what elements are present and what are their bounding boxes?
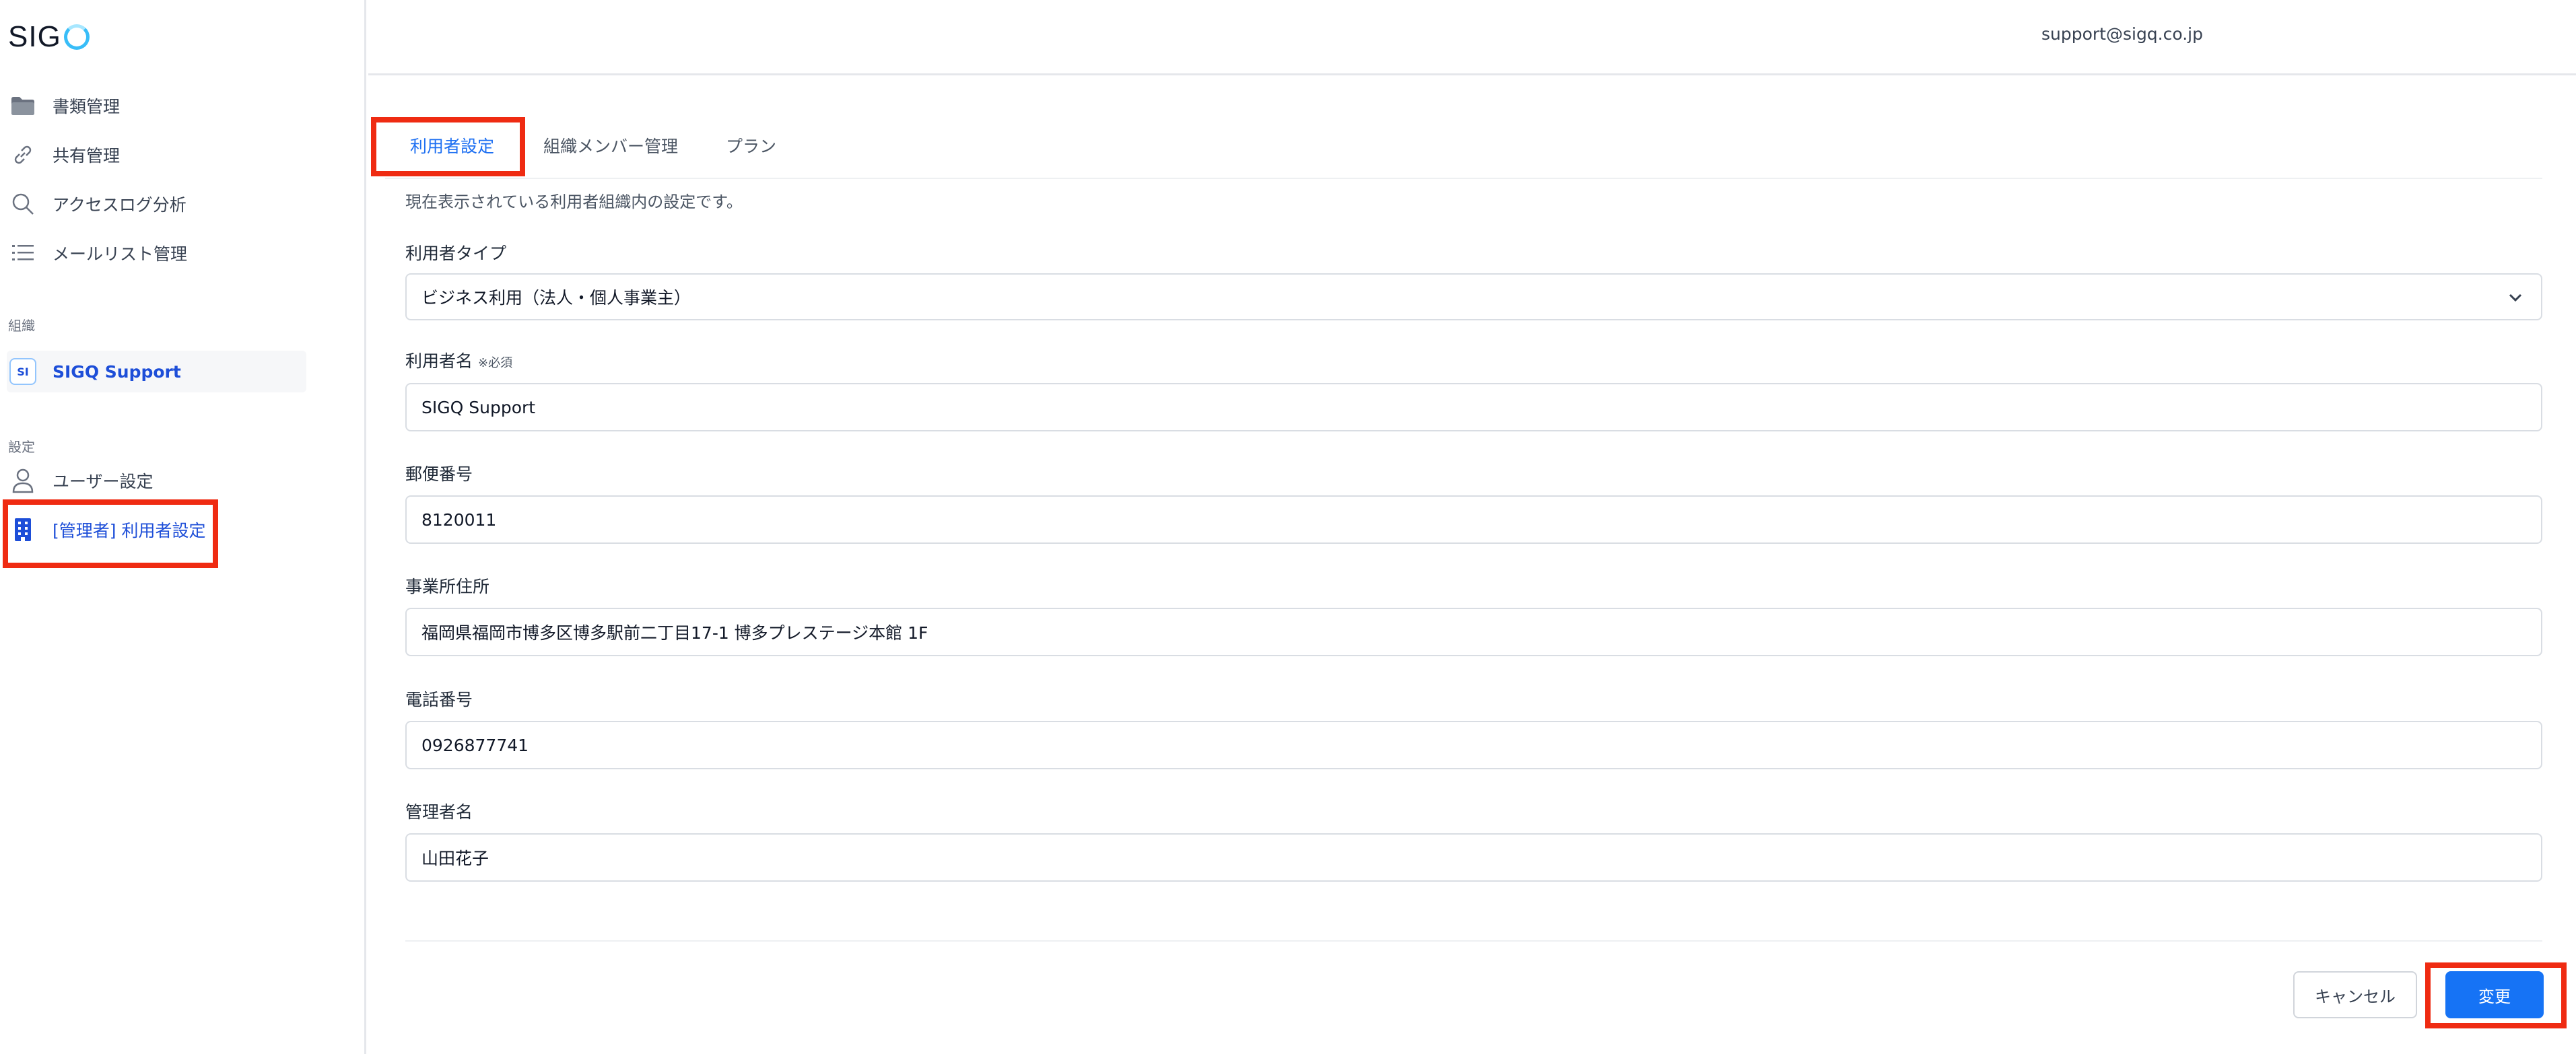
sidebar: SIG 書類管理 共有管理 アクセスログ分析 メールリスト管理 組織 SI SI… bbox=[0, 0, 366, 1054]
tab-user-settings[interactable]: 利用者設定 bbox=[410, 133, 494, 157]
admin-name-label: 管理者名 bbox=[405, 802, 473, 822]
section-label-settings: 設定 bbox=[8, 439, 35, 455]
logo-ring-icon bbox=[63, 24, 90, 50]
org-avatar: SI bbox=[9, 358, 36, 385]
app-logo[interactable]: SIG bbox=[8, 19, 90, 55]
user-icon bbox=[9, 467, 36, 494]
user-name-label: 利用者名 ※必須 bbox=[405, 348, 512, 372]
postal-code-input[interactable]: 8120011 bbox=[405, 495, 2542, 544]
sidebar-item-label: アクセスログ分析 bbox=[53, 195, 187, 215]
admin-name-input[interactable]: 山田花子 bbox=[405, 833, 2542, 882]
user-name-input[interactable]: SIGQ Support bbox=[405, 383, 2542, 431]
folder-icon bbox=[9, 92, 36, 119]
tab-plan[interactable]: プラン bbox=[726, 133, 776, 157]
user-name-label-text: 利用者名 bbox=[405, 351, 473, 371]
sidebar-item-admin-user-settings[interactable]: [管理者] 利用者設定 bbox=[7, 509, 306, 551]
form-divider bbox=[405, 940, 2542, 942]
chevron-down-icon bbox=[2506, 288, 2525, 307]
building-icon bbox=[9, 516, 36, 543]
sidebar-item-label: メールリスト管理 bbox=[53, 244, 188, 264]
sidebar-item-documents[interactable]: 書類管理 bbox=[7, 85, 306, 127]
sidebar-item-label: SIGQ Support bbox=[53, 361, 181, 382]
phone-input[interactable]: 0926877741 bbox=[405, 721, 2542, 769]
sidebar-item-mail-list[interactable]: メールリスト管理 bbox=[7, 232, 306, 274]
tab-bar: 利用者設定 組織メンバー管理 プラン bbox=[385, 121, 2542, 179]
user-type-value: ビジネス利用（法人・個人事業主） bbox=[421, 288, 691, 308]
tab-org-members[interactable]: 組織メンバー管理 bbox=[543, 133, 678, 157]
user-email[interactable]: support@sigq.co.jp bbox=[2041, 24, 2203, 44]
top-header: support@sigq.co.jp bbox=[368, 0, 2576, 75]
address-input[interactable]: 福岡県福岡市博多区博多駅前二丁目17-1 博多プレステージ本館 1F bbox=[405, 608, 2542, 656]
user-type-label: 利用者タイプ bbox=[405, 244, 507, 263]
sidebar-item-access-log[interactable]: アクセスログ分析 bbox=[7, 183, 306, 225]
user-type-select[interactable]: ビジネス利用（法人・個人事業主） bbox=[405, 273, 2542, 320]
sidebar-item-organization[interactable]: SI SIGQ Support bbox=[7, 351, 306, 392]
sidebar-item-sharing[interactable]: 共有管理 bbox=[7, 134, 306, 176]
search-icon bbox=[9, 190, 36, 217]
form-description: 現在表示されている利用者組織内の設定です。 bbox=[405, 192, 743, 211]
sidebar-item-label: 共有管理 bbox=[53, 146, 121, 166]
list-icon bbox=[9, 240, 36, 267]
postal-code-label: 郵便番号 bbox=[405, 464, 473, 484]
required-note: ※必須 bbox=[478, 356, 513, 370]
sidebar-item-label: ユーザー設定 bbox=[53, 472, 154, 491]
sidebar-item-label: 書類管理 bbox=[53, 97, 121, 116]
section-label-organization: 組織 bbox=[8, 318, 35, 334]
submit-button[interactable]: 変更 bbox=[2445, 971, 2544, 1018]
cancel-button[interactable]: キャンセル bbox=[2293, 971, 2417, 1018]
logo-text: SIG bbox=[8, 20, 61, 53]
phone-label: 電話番号 bbox=[405, 690, 473, 709]
link-icon bbox=[9, 141, 36, 168]
sidebar-item-user-settings[interactable]: ユーザー設定 bbox=[7, 460, 306, 501]
sidebar-item-label: [管理者] 利用者設定 bbox=[53, 521, 206, 540]
address-label: 事業所住所 bbox=[405, 577, 490, 596]
